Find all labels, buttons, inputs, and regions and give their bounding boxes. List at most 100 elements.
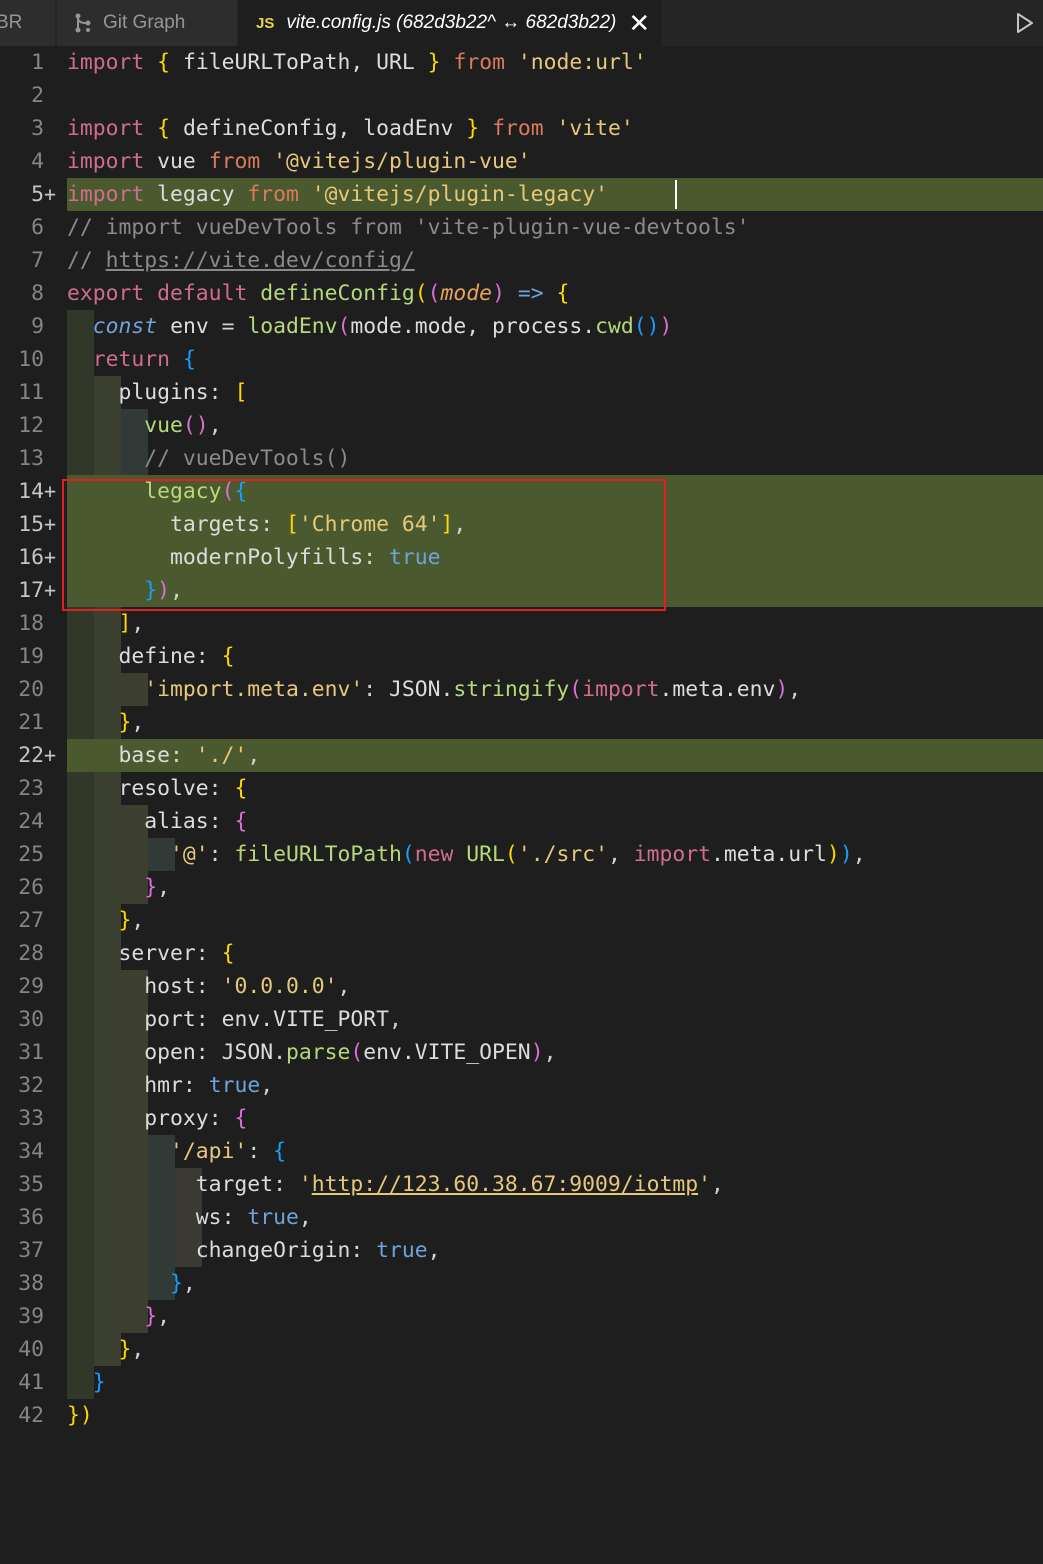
diff-marker [44, 1102, 58, 1135]
line-number: 14 [18, 479, 44, 504]
code-text: host: '0.0.0.0', [144, 974, 351, 999]
line-number: 6 [31, 215, 44, 240]
code-line: 29 host: '0.0.0.0', [0, 970, 1043, 1003]
diff-marker [44, 46, 58, 79]
code-text: proxy: { [144, 1106, 248, 1131]
line-number: 9 [31, 314, 44, 339]
git-graph-icon [75, 13, 91, 33]
code-line: 7 // https://vite.dev/config/ [0, 244, 1043, 277]
code-editor[interactable]: 1 import { fileURLToPath, URL } from 'no… [0, 46, 1043, 1433]
diff-marker [44, 211, 58, 244]
diff-marker [44, 310, 58, 343]
js-file-icon: JS [256, 14, 275, 32]
diff-marker [44, 409, 58, 442]
code-text: hmr: true, [144, 1073, 274, 1098]
code-text: }, [118, 710, 145, 735]
code-line-added: 17 + }), [0, 574, 1043, 607]
code-line-added: 15 + targets: ['Chrome 64'], [0, 508, 1043, 541]
diff-marker [44, 112, 58, 145]
code-text: ws: true, [195, 1205, 312, 1230]
code-text: base: './', [118, 743, 261, 768]
diff-marker: + [44, 479, 57, 503]
tab-bar: BR Git Graph JS vite.config.js (682d3b22… [0, 0, 1043, 46]
code-text: 'import.meta.env': JSON.stringify(import… [144, 677, 802, 702]
code-line: 8 export default defineConfig((mode) => … [0, 277, 1043, 310]
diff-marker [44, 970, 58, 1003]
code-line: 34 '/api': { [0, 1135, 1043, 1168]
code-line-added: 22 + base: './', [0, 739, 1043, 772]
code-text: alias: { [144, 809, 248, 834]
code-text: const env = loadEnv(mode.mode, process.c… [92, 314, 673, 339]
code-text: targets: ['Chrome 64'], [170, 512, 467, 537]
code-line: 18 ], [0, 607, 1043, 640]
code-line: 27 }, [0, 904, 1043, 937]
code-text: return { [92, 347, 196, 372]
diff-marker [44, 673, 58, 706]
code-text: '@': fileURLToPath(new URL('./src', impo… [170, 842, 866, 867]
run-icon[interactable] [1011, 10, 1037, 36]
line-number: 18 [18, 611, 44, 636]
line-number: 5 [31, 182, 44, 207]
code-text: } [92, 1370, 106, 1395]
code-line: 9 const env = loadEnv(mode.mode, process… [0, 310, 1043, 343]
line-number: 29 [18, 974, 44, 999]
code-line-added: 14 + legacy({ [0, 475, 1043, 508]
line-number: 21 [18, 710, 44, 735]
code-text: define: { [118, 644, 235, 669]
tab-vite-config[interactable]: JS vite.config.js (682d3b22^ ↔ 682d3b22)… [238, 0, 662, 46]
line-number: 38 [18, 1271, 44, 1296]
diff-marker: + [44, 512, 57, 536]
close-icon[interactable]: ✕ [628, 0, 650, 46]
added-line-highlight [67, 574, 1043, 607]
line-number: 27 [18, 908, 44, 933]
code-text: ], [118, 611, 145, 636]
line-number: 3 [31, 116, 44, 141]
code-text: changeOrigin: true, [195, 1238, 441, 1263]
code-line-added: 16 + modernPolyfills: true [0, 541, 1043, 574]
diff-marker [44, 1036, 58, 1069]
diff-marker [44, 79, 58, 112]
code-line: 40 }, [0, 1333, 1043, 1366]
diff-marker [44, 1168, 58, 1201]
code-line: 6 // import vueDevTools from 'vite-plugi… [0, 211, 1043, 244]
line-number: 11 [18, 380, 44, 405]
line-number: 36 [18, 1205, 44, 1230]
tab-git-graph[interactable]: Git Graph [57, 0, 237, 46]
code-text: export default defineConfig((mode) => { [67, 281, 570, 306]
tab-partial[interactable]: BR [0, 0, 56, 46]
tab-vite-config-label: vite.config.js (682d3b22^ ↔ 682d3b22) [286, 12, 617, 33]
tab-git-graph-label: Git Graph [103, 12, 186, 33]
diff-marker [44, 1399, 58, 1432]
line-number: 24 [18, 809, 44, 834]
code-text: }), [144, 578, 183, 603]
diff-marker [44, 838, 58, 871]
diff-marker [44, 1201, 58, 1234]
line-number: 7 [31, 248, 44, 273]
line-number: 22 [18, 743, 44, 768]
line-number: 8 [31, 281, 44, 306]
code-line: 33 proxy: { [0, 1102, 1043, 1135]
diff-marker: + [44, 578, 57, 602]
line-number: 37 [18, 1238, 44, 1263]
code-comment: // import vueDevTools from 'vite-plugin-… [67, 215, 750, 240]
diff-marker [44, 1234, 58, 1267]
code-line: 41 } [0, 1366, 1043, 1399]
code-line: 12 vue(), [0, 409, 1043, 442]
line-number: 13 [18, 446, 44, 471]
diff-marker [44, 1366, 58, 1399]
diff-marker: + [44, 545, 57, 569]
diff-marker: + [44, 743, 57, 767]
code-text: }, [118, 908, 145, 933]
code-line: 30 port: env.VITE_PORT, [0, 1003, 1043, 1036]
code-text: import legacy from '@vitejs/plugin-legac… [67, 178, 677, 211]
line-number: 25 [18, 842, 44, 867]
code-line: 4 import vue from '@vitejs/plugin-vue' [0, 145, 1043, 178]
code-text: resolve: { [118, 776, 248, 801]
code-line: 39 }, [0, 1300, 1043, 1333]
diff-marker [44, 1069, 58, 1102]
line-number: 2 [31, 83, 44, 108]
diff-marker: + [44, 182, 57, 206]
code-line: 21 }, [0, 706, 1043, 739]
code-comment: // vueDevTools() [67, 446, 351, 471]
code-line: 32 hmr: true, [0, 1069, 1043, 1102]
